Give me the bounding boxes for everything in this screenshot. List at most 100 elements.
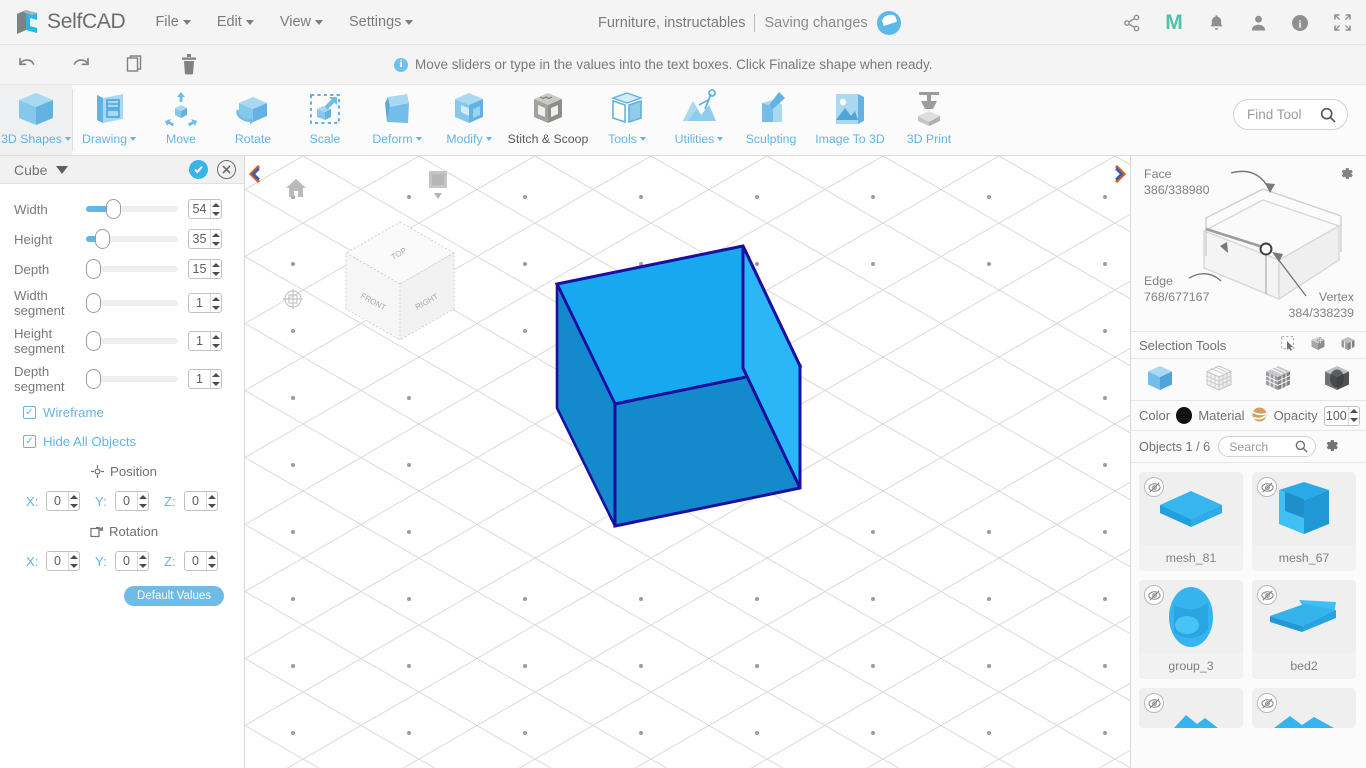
visibility-toggle-icon[interactable] <box>1257 477 1277 497</box>
info-icon[interactable]: i <box>1290 13 1310 33</box>
collapse-left-panel-button[interactable] <box>248 164 262 188</box>
chevron-down-icon[interactable] <box>56 165 69 174</box>
menu-file[interactable]: File <box>155 14 191 30</box>
brand-logo[interactable]: SelfCAD <box>0 8 126 36</box>
face-mode-icon[interactable] <box>1263 363 1293 396</box>
3d-viewport[interactable]: TOP FRONT RIGHT <box>245 156 1130 768</box>
fullscreen-icon[interactable] <box>1332 13 1352 33</box>
object-card-mesh-67[interactable]: mesh_67 <box>1252 472 1356 571</box>
gear-icon[interactable] <box>1339 166 1354 184</box>
default-values-button[interactable]: Default Values <box>124 586 224 606</box>
selection-tool-icons <box>1280 335 1356 355</box>
ribbon-item-utilities[interactable]: Utilities <box>663 85 735 155</box>
stepper-up-icon <box>212 232 220 237</box>
position-x-stepper[interactable]: 0 <box>46 491 80 511</box>
document-title[interactable]: Furniture, instructables <box>598 15 745 31</box>
ribbon-item-rotate[interactable]: Rotate <box>217 85 289 155</box>
position-y-stepper[interactable]: 0 <box>115 491 149 511</box>
objects-search-input[interactable]: Search <box>1218 436 1317 457</box>
cube-3d-object[interactable] <box>545 236 815 546</box>
visibility-toggle-icon[interactable] <box>1144 585 1164 605</box>
rotation-z-stepper[interactable]: 0 <box>184 551 218 571</box>
m-logo-icon[interactable]: M <box>1164 12 1184 33</box>
menu-view[interactable]: View <box>280 14 323 30</box>
stepper-arrows[interactable] <box>210 294 221 312</box>
stepper-arrows[interactable] <box>210 200 221 218</box>
object-card-bed2[interactable]: bed2 <box>1252 580 1356 679</box>
visibility-toggle-icon[interactable] <box>1257 585 1277 605</box>
home-view-icon[interactable] <box>285 178 307 201</box>
ribbon-item-sculpting[interactable]: Sculpting <box>735 85 807 155</box>
height-segment-slider[interactable] <box>86 331 178 351</box>
ribbon-item-3d-print[interactable]: 3D Print <box>893 85 965 155</box>
rect-select-icon[interactable] <box>1280 335 1296 354</box>
object-mode-icon[interactable] <box>1145 363 1175 396</box>
loop-select-icon[interactable] <box>1340 336 1356 355</box>
width-segment-slider[interactable] <box>86 293 178 313</box>
ribbon-item-drawing[interactable]: Drawing <box>73 85 145 155</box>
rotation-y-stepper[interactable]: 0 <box>115 551 149 571</box>
view-nav-cube[interactable]: TOP FRONT RIGHT <box>320 208 480 358</box>
ribbon-item-deform[interactable]: Deform <box>361 85 433 155</box>
ribbon-item-modify[interactable]: Modify <box>433 85 505 155</box>
object-card-group-3[interactable]: group_3 <box>1139 580 1243 679</box>
object-card-partial-2[interactable] <box>1252 688 1356 728</box>
object-card-mesh-81[interactable]: mesh_81 <box>1139 472 1243 571</box>
depth-segment-stepper[interactable]: 1 <box>188 369 222 389</box>
objects-settings-gear-icon[interactable] <box>1324 438 1339 456</box>
ribbon-item-3d-shapes[interactable]: 3D Shapes <box>0 85 72 155</box>
height-segment-stepper[interactable]: 1 <box>188 331 222 351</box>
stepper-arrows[interactable] <box>210 260 221 278</box>
ribbon-item-image-to-3d[interactable]: Image To 3D <box>807 85 893 155</box>
ribbon-item-scale[interactable]: Scale <box>289 85 361 155</box>
stepper-up-icon <box>208 494 216 499</box>
depth-stepper[interactable]: 15 <box>188 259 222 279</box>
width-segment-stepper[interactable]: 1 <box>188 293 222 313</box>
menu-settings[interactable]: Settings <box>349 14 414 30</box>
edge-mode-icon[interactable] <box>1322 363 1352 396</box>
ribbon-item-stitch-scoop[interactable]: Stitch & Scoop <box>505 85 591 155</box>
rotation-x-stepper[interactable]: 0 <box>46 551 80 571</box>
object-name: bed2 <box>1252 653 1356 679</box>
user-icon[interactable] <box>1248 13 1268 33</box>
height-stepper[interactable]: 35 <box>188 229 222 249</box>
box-select-icon[interactable] <box>1310 336 1326 355</box>
view-dropdown-widget[interactable] <box>425 171 451 206</box>
depth-slider[interactable] <box>86 259 178 279</box>
ribbon-item-tools[interactable]: Tools <box>591 85 663 155</box>
copy-icon[interactable] <box>108 45 162 85</box>
color-swatch[interactable] <box>1176 407 1193 424</box>
svg-text:i: i <box>1298 18 1301 30</box>
height-segment-value: 1 <box>196 334 203 348</box>
redo-icon[interactable] <box>54 45 108 85</box>
modify-icon <box>447 91 491 129</box>
checkbox-wireframe[interactable]: ✓ Wireframe <box>14 398 234 427</box>
visibility-toggle-icon[interactable] <box>1257 693 1277 713</box>
material-icon[interactable] <box>1251 406 1268 426</box>
stepper-arrows[interactable] <box>210 370 221 388</box>
stepper-arrows[interactable] <box>210 332 221 350</box>
menu-edit[interactable]: Edit <box>217 14 254 30</box>
orbit-center-icon[interactable] <box>283 289 303 312</box>
delete-icon[interactable] <box>162 45 216 85</box>
confirm-button[interactable] <box>189 160 208 179</box>
find-tool-search[interactable]: Find Tool <box>1233 99 1348 130</box>
collapse-right-panel-button[interactable] <box>1113 164 1127 188</box>
vertex-mode-icon[interactable] <box>1204 363 1234 396</box>
bell-icon[interactable] <box>1206 13 1226 33</box>
opacity-stepper[interactable]: 100 <box>1323 405 1360 426</box>
depth-segment-slider[interactable] <box>86 369 178 389</box>
visibility-toggle-icon[interactable] <box>1144 477 1164 497</box>
cancel-button[interactable] <box>217 160 236 179</box>
height-slider[interactable] <box>86 229 178 249</box>
width-slider[interactable] <box>86 199 178 219</box>
undo-icon[interactable] <box>0 45 54 85</box>
visibility-toggle-icon[interactable] <box>1144 693 1164 713</box>
checkbox-hide-all-objects[interactable]: ✓ Hide All Objects <box>14 427 234 456</box>
object-card-partial-1[interactable] <box>1139 688 1243 728</box>
position-z-stepper[interactable]: 0 <box>184 491 218 511</box>
width-stepper[interactable]: 54 <box>188 199 222 219</box>
ribbon-item-move[interactable]: Move <box>145 85 217 155</box>
share-icon[interactable] <box>1122 13 1142 33</box>
stepper-arrows[interactable] <box>210 230 221 248</box>
